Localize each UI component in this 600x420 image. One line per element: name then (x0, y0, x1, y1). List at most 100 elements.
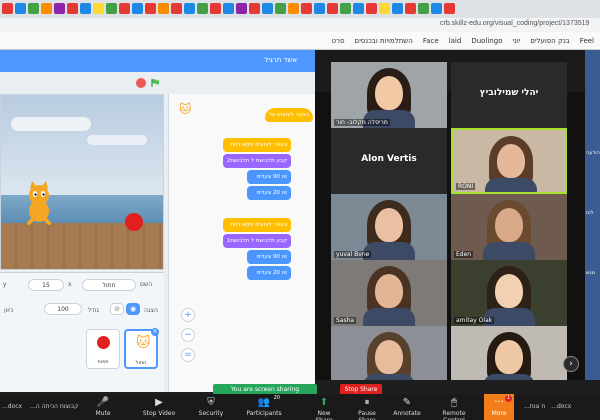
tab-icon[interactable] (197, 3, 208, 14)
project-title[interactable]: אשד תרגיל (264, 56, 297, 64)
bookmark-item[interactable]: בנק הפועלים (530, 37, 569, 45)
tab-icon[interactable] (210, 3, 221, 14)
tab-icon[interactable] (158, 3, 169, 14)
side-panel-item[interactable]: הודעה (586, 150, 600, 156)
green-flag-icon[interactable] (150, 78, 160, 88)
tab-icon[interactable] (249, 3, 260, 14)
tab-icon[interactable] (431, 3, 442, 14)
tab-icon[interactable] (54, 3, 65, 14)
bookmark-item[interactable]: השתלמויות ובכנסים (355, 37, 413, 45)
participant-tile[interactable]: Eden (451, 194, 567, 260)
tab-icon[interactable] (41, 3, 52, 14)
code-block[interactable]: קבע תלבושת ל תלבושת1 (223, 234, 291, 248)
side-panel-item[interactable]: מגש (586, 270, 600, 276)
participant-name: yuval Bvne (334, 251, 372, 258)
participant-tile[interactable]: amitay Olak (451, 260, 567, 326)
code-block[interactable]: כאשר לוחצים מקש רווח (223, 138, 291, 152)
cat-sprite[interactable] (19, 181, 59, 227)
apple-sprite[interactable] (125, 213, 143, 231)
when-flag-clicked-block[interactable]: כאשר לוחצים על (265, 108, 313, 122)
new-share-button[interactable]: ⬆ New Share (308, 394, 340, 420)
tab-icon[interactable] (275, 3, 286, 14)
tab-icon[interactable] (67, 3, 78, 14)
tab-icon[interactable] (236, 3, 247, 14)
tab-icon[interactable] (2, 3, 13, 14)
participants-button[interactable]: 👥 Participants 20 (244, 394, 284, 420)
x-field[interactable]: 15 (28, 279, 64, 291)
tab-icon[interactable] (28, 3, 39, 14)
tab-icon[interactable] (80, 3, 91, 14)
tab-icon[interactable] (145, 3, 156, 14)
zoom-reset-button[interactable]: = (181, 348, 195, 362)
sprite-tile-cat[interactable]: 🐱 חתול × (124, 328, 159, 369)
tab-icon[interactable] (366, 3, 377, 14)
pause-share-button[interactable]: ⏸ Pause Share (350, 394, 384, 420)
next-page-button[interactable]: › (563, 356, 579, 372)
taskbar-item[interactable]: ...docx (2, 403, 22, 410)
taskbar-item[interactable]: ...קבוצות הכיתה ה (30, 403, 78, 410)
taskbar-item[interactable]: ...ח וגות (524, 403, 545, 410)
participant-tile[interactable]: מריסלה מקלוב- חור (331, 62, 447, 128)
hide-eye-icon[interactable]: ⊘ (110, 303, 124, 315)
tab-icon[interactable] (444, 3, 455, 14)
security-button[interactable]: ⛨ Security (196, 394, 226, 420)
participant-tile[interactable]: Emily (331, 326, 447, 380)
tab-icon[interactable] (262, 3, 273, 14)
tab-icon[interactable] (301, 3, 312, 14)
delete-sprite-icon[interactable]: × (151, 328, 159, 336)
show-eye-icon[interactable]: ◉ (126, 303, 140, 315)
bookmark-item[interactable]: Face (423, 37, 439, 45)
tab-icon[interactable] (392, 3, 403, 14)
bookmark-item[interactable]: Duolingo (471, 37, 502, 45)
taskbar-item[interactable]: ...docx (551, 403, 571, 410)
tab-icon[interactable] (119, 3, 130, 14)
participant-tile[interactable]: Sasha (331, 260, 447, 326)
participant-tile[interactable]: Yogev Nissan (451, 326, 567, 380)
tab-icon[interactable] (418, 3, 429, 14)
participant-tile[interactable]: יהלי שמילוביץ (451, 62, 567, 128)
tab-icon[interactable] (405, 3, 416, 14)
stop-icon[interactable] (136, 78, 146, 88)
tab-icon[interactable] (223, 3, 234, 14)
code-block[interactable]: זוז 20 צעדים (247, 186, 291, 200)
participant-tile[interactable]: RONI (451, 128, 567, 194)
stop-video-button[interactable]: ▶ Stop Video (142, 394, 176, 420)
mute-button[interactable]: 🎤 Mute (88, 394, 118, 420)
code-block[interactable]: כאשר לוחצים מקש רווח (223, 218, 291, 232)
code-block[interactable]: זוז 20 צעדים (247, 266, 291, 280)
participant-tile[interactable]: yuval Bvne (331, 194, 447, 260)
participant-tile[interactable]: Alon Vertis (331, 128, 447, 194)
code-block[interactable]: זוז 90 צעדים (247, 170, 291, 184)
tab-icon[interactable] (340, 3, 351, 14)
code-block[interactable]: זוז 90 צעדים (247, 250, 291, 264)
more-button[interactable]: ··· More 1 (484, 394, 514, 420)
sprite-name-field[interactable]: חתול (82, 279, 136, 291)
zoom-in-button[interactable]: + (181, 308, 195, 322)
tab-icon[interactable] (353, 3, 364, 14)
bookmark-item[interactable]: laid (449, 37, 462, 45)
tab-icon[interactable] (15, 3, 26, 14)
code-block[interactable]: קבע תלבושת ל תלבושת2 (223, 154, 291, 168)
url-text[interactable]: crb.skillz-edu.org/visual_coding/project… (440, 20, 589, 27)
bookmark-item[interactable]: יוני (512, 37, 520, 45)
tab-icon[interactable] (132, 3, 143, 14)
remote-control-button[interactable]: 🖱 Remote Control (432, 394, 476, 420)
size-field[interactable]: 100 (44, 303, 82, 315)
tab-icon[interactable] (93, 3, 104, 14)
tab-icon[interactable] (171, 3, 182, 14)
tab-icon[interactable] (106, 3, 117, 14)
annotate-button[interactable]: ✎ Annotate (392, 394, 422, 420)
tab-icon[interactable] (314, 3, 325, 14)
stage[interactable] (0, 94, 164, 270)
scripts-area[interactable]: 🐱 כאשר לוחצים על כאשר לוחצים מקש רווח קב… (168, 94, 315, 392)
bookmark-item[interactable]: סרט (332, 37, 345, 45)
tab-icon[interactable] (184, 3, 195, 14)
browser-tab-bar[interactable] (0, 0, 600, 18)
side-panel-item[interactable]: לוח (586, 210, 600, 216)
sprite-tile-apple[interactable]: תפוח (86, 329, 120, 369)
tab-icon[interactable] (327, 3, 338, 14)
tab-icon[interactable] (379, 3, 390, 14)
tab-icon[interactable] (288, 3, 299, 14)
zoom-out-button[interactable]: − (181, 328, 195, 342)
bookmark-item[interactable]: Feel (580, 37, 594, 45)
